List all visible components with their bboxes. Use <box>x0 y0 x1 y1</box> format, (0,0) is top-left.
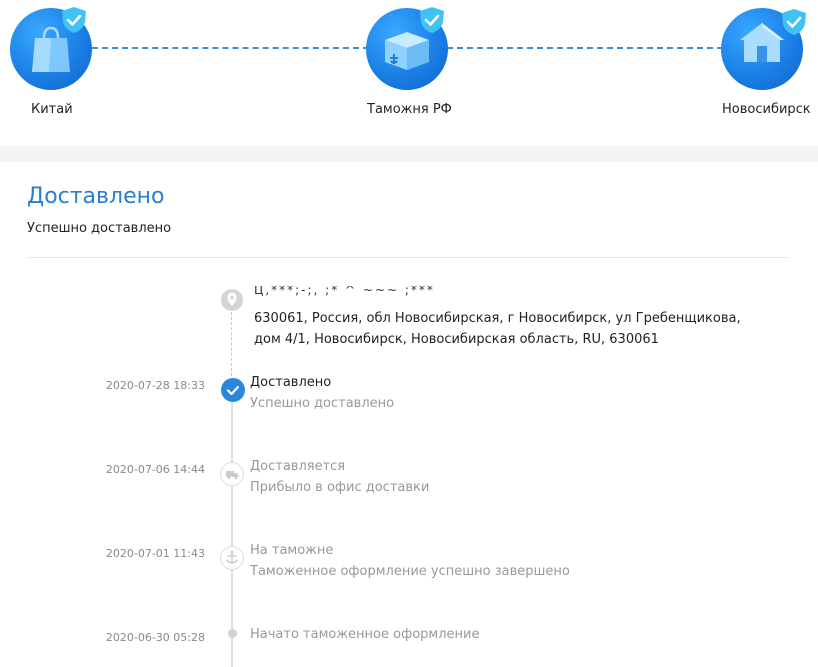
verified-shield-icon <box>420 7 444 33</box>
event-date: 2020-06-30 05:28 <box>105 631 205 644</box>
timeline-line <box>231 400 233 667</box>
stage-label-destination: Новосибирск <box>722 102 811 117</box>
divider <box>27 257 787 258</box>
delivery-truck-icon <box>220 462 244 486</box>
delivery-status-title: Доставлено <box>27 184 165 209</box>
event-description: Прибыло в офис доставки <box>250 480 430 495</box>
tracking-details-panel <box>0 162 818 667</box>
event-description: Успешно доставлено <box>250 396 395 411</box>
event-date: 2020-07-01 11:43 <box>105 547 205 560</box>
verified-shield-icon <box>782 9 806 35</box>
progress-connector <box>447 47 723 49</box>
event-date: 2020-07-28 18:33 <box>105 379 205 392</box>
delivery-address: 630061, Россия, обл Новосибирская, г Нов… <box>254 311 741 347</box>
house-icon <box>740 23 784 62</box>
stage-label-customs: Таможня РФ <box>367 102 452 117</box>
delivery-status-subtitle: Успешно доставлено <box>27 221 172 236</box>
check-circle-icon <box>221 378 245 402</box>
location-pin-icon <box>221 289 243 311</box>
timeline-dotted-connector <box>231 312 232 376</box>
progress-connector <box>92 47 369 49</box>
event-description: Таможенное оформление успешно завершено <box>250 564 570 579</box>
timeline-dot <box>228 629 237 638</box>
recipient-name-masked: Ц,***;-;, ;* ^ ~~~ ;*** <box>254 286 435 297</box>
event-title: Доставлено <box>250 375 332 390</box>
event-title: Начато таможенное оформление <box>250 627 480 642</box>
customs-box-icon <box>385 32 429 70</box>
section-separator <box>0 146 818 162</box>
stage-label-china: Китай <box>31 102 73 117</box>
event-title: Доставляется <box>250 459 346 474</box>
customs-anchor-icon <box>220 546 244 570</box>
verified-shield-icon <box>62 7 86 33</box>
event-date: 2020-07-06 14:44 <box>105 463 205 476</box>
event-title: На таможне <box>250 543 334 558</box>
tracking-progress-header: Китай Таможня РФ Новосибирск <box>0 0 818 146</box>
